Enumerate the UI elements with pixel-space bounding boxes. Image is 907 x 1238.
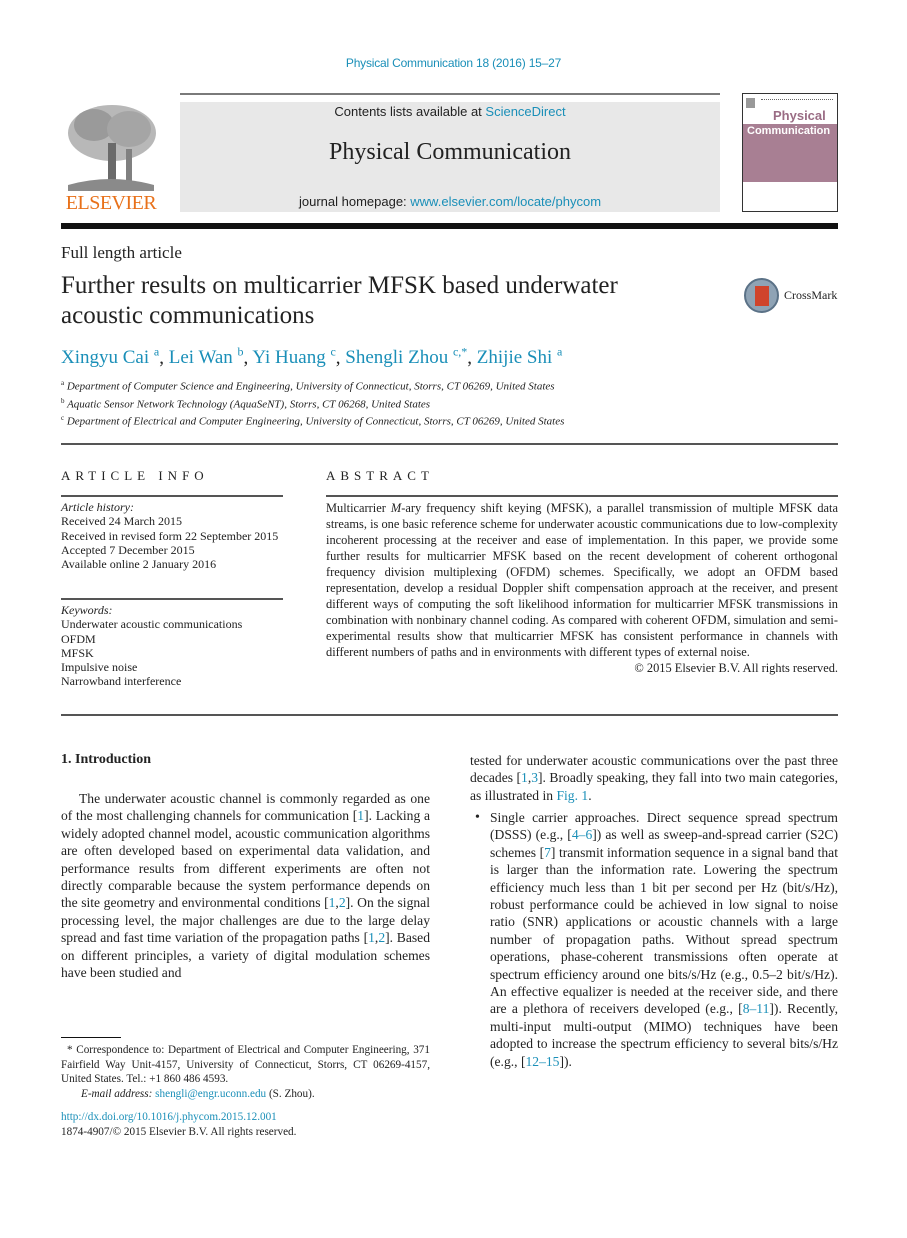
paragraph-text: ]). [559,1053,572,1069]
crossmark-icon [744,278,779,313]
footnote-marker: * [67,1044,73,1056]
article-type: Full length article [61,243,182,262]
journal-reference[interactable]: Physical Communication 18 (2016) 15–27 [0,56,907,70]
abstract-divider [326,495,838,497]
author-link[interactable]: Yi Huang c [252,345,335,368]
author-link[interactable]: Zhijie Shi a [477,345,563,368]
list-item-text: Single carrier approaches. Direct sequen… [490,809,838,1070]
history-label: Article history: [61,500,134,514]
author-list: Xingyu Cai a, Lei Wan b, Yi Huang c, She… [61,345,562,369]
citation-link[interactable]: 8–11 [743,1001,770,1016]
affiliation-marker: b [61,397,65,405]
email-link[interactable]: shengli@engr.uconn.edu [155,1088,266,1100]
affiliations-divider [61,443,838,445]
contents-line: Contents lists available at ScienceDirec… [180,104,720,119]
keywords-divider [61,598,283,600]
keywords: Keywords: Underwater acoustic communicat… [61,603,283,689]
history-received: Received 24 March 2015 [61,514,182,529]
elsevier-wordmark: ELSEVIER [65,192,157,214]
cover-title-line1: Physical [773,108,826,123]
affiliation-text: Department of Electrical and Computer En… [66,415,565,428]
elsevier-logo[interactable]: ELSEVIER [60,103,162,215]
footnote-rule [61,1037,121,1038]
affiliation-text: Aquatic Sensor Network Technology (AquaS… [67,398,431,411]
author-affiliation-marker[interactable]: c,* [453,345,467,359]
article-info-heading: ARTICLE INFO [61,468,209,483]
keyword: MFSK [61,645,94,660]
author-link[interactable]: Shengli Zhou c,* [345,345,467,368]
author-link[interactable]: Xingyu Cai a [61,345,159,368]
abstract-text-start: Multicarrier [326,501,391,515]
issn-copyright: 1874-4907/© 2015 Elsevier B.V. All right… [61,1125,297,1138]
intro-paragraph-1: The underwater acoustic channel is commo… [61,790,430,981]
journal-header-box: Contents lists available at ScienceDirec… [180,102,720,212]
section-heading-introduction: 1. Introduction [61,752,151,767]
header-divider [180,93,720,95]
history-online: Available online 2 January 2016 [61,557,217,572]
correspondence-footnote: * Correspondence to: Department of Elect… [61,1043,430,1101]
homepage-line: journal homepage: www.elsevier.com/locat… [180,194,720,209]
journal-homepage-link[interactable]: www.elsevier.com/locate/phycom [410,194,601,209]
keyword: Narrowband interference [61,674,182,689]
citation-link[interactable]: 7 [544,845,551,860]
abstract-body: Multicarrier M-ary frequency shift keyin… [326,500,838,676]
citation-link[interactable]: 2 [339,895,346,910]
citation-link[interactable]: 3 [531,770,538,785]
journal-cover-thumbnail[interactable]: Physical Communication [742,93,838,212]
citation-link[interactable]: 1 [368,930,375,945]
homepage-prefix: journal homepage: [298,194,411,209]
intro-paragraph-2: tested for underwater acoustic communica… [470,752,838,804]
abstract-text-rest: -ary frequency shift keying (MFSK), a pa… [326,501,838,659]
citation-link[interactable]: 1 [521,770,528,785]
header-thick-rule [61,223,838,229]
author-separator: , [159,347,169,369]
history-accepted: Accepted 7 December 2015 [61,542,195,557]
abstract-heading: ABSTRACT [326,468,434,483]
article-history: Article history: Received 24 March 2015 … [61,500,283,571]
doi-block: http://dx.doi.org/10.1016/j.phycom.2015.… [61,1110,296,1139]
article-title: Further results on multicarrier MFSK bas… [61,272,618,329]
keywords-label: Keywords: [61,603,113,617]
footnote-text: Correspondence to: Department of Electri… [61,1044,430,1085]
affiliation-a: a Department of Computer Science and Eng… [61,379,555,393]
contents-prefix: Contents lists available at [334,104,486,119]
affiliation-c: c Department of Electrical and Computer … [61,414,564,428]
paragraph-text: . [588,787,592,803]
doi-link[interactable]: http://dx.doi.org/10.1016/j.phycom.2015.… [61,1111,277,1123]
crossmark-button[interactable]: CrossMark [744,278,844,314]
affiliation-marker: a [61,379,65,387]
crossmark-label: CrossMark [784,288,838,302]
citation-link[interactable]: 12–15 [525,1054,559,1069]
email-label: E-mail address: [81,1087,156,1100]
author-link[interactable]: Lei Wan b [169,345,244,368]
keyword: Underwater acoustic communications [61,617,243,632]
author-affiliation-marker[interactable]: a [557,345,562,359]
affiliation-b: b Aquatic Sensor Network Technology (Aqu… [61,397,430,411]
abstract-italic-m: M [390,501,402,515]
cover-mini-logo [746,98,755,108]
author-separator: , [467,347,477,369]
history-revised: Received in revised form 22 September 20… [61,528,279,543]
cover-title-line2: Communication [747,125,831,137]
email-suffix: (S. Zhou). [266,1087,315,1100]
abstract-copyright: © 2015 Elsevier B.V. All rights reserved… [634,661,838,675]
citation-link[interactable]: 4–6 [572,827,592,842]
sciencedirect-link[interactable]: ScienceDirect [485,104,565,119]
paragraph-text: ] transmit information sequence in a sig… [490,844,838,1017]
affiliation-text: Department of Computer Science and Engin… [66,380,555,393]
keyword: OFDM [61,631,96,646]
affiliation-marker: c [61,414,65,422]
article-info-divider [61,495,283,497]
citation-link[interactable]: Fig. 1 [556,788,588,803]
elsevier-tree-icon [68,105,156,191]
cover-issue-line [761,99,833,101]
bullet-icon: • [475,810,480,825]
author-separator: , [335,347,346,369]
keyword: Impulsive noise [61,660,138,675]
abstract-bottom-divider [61,714,838,716]
journal-title: Physical Communication [329,139,571,165]
